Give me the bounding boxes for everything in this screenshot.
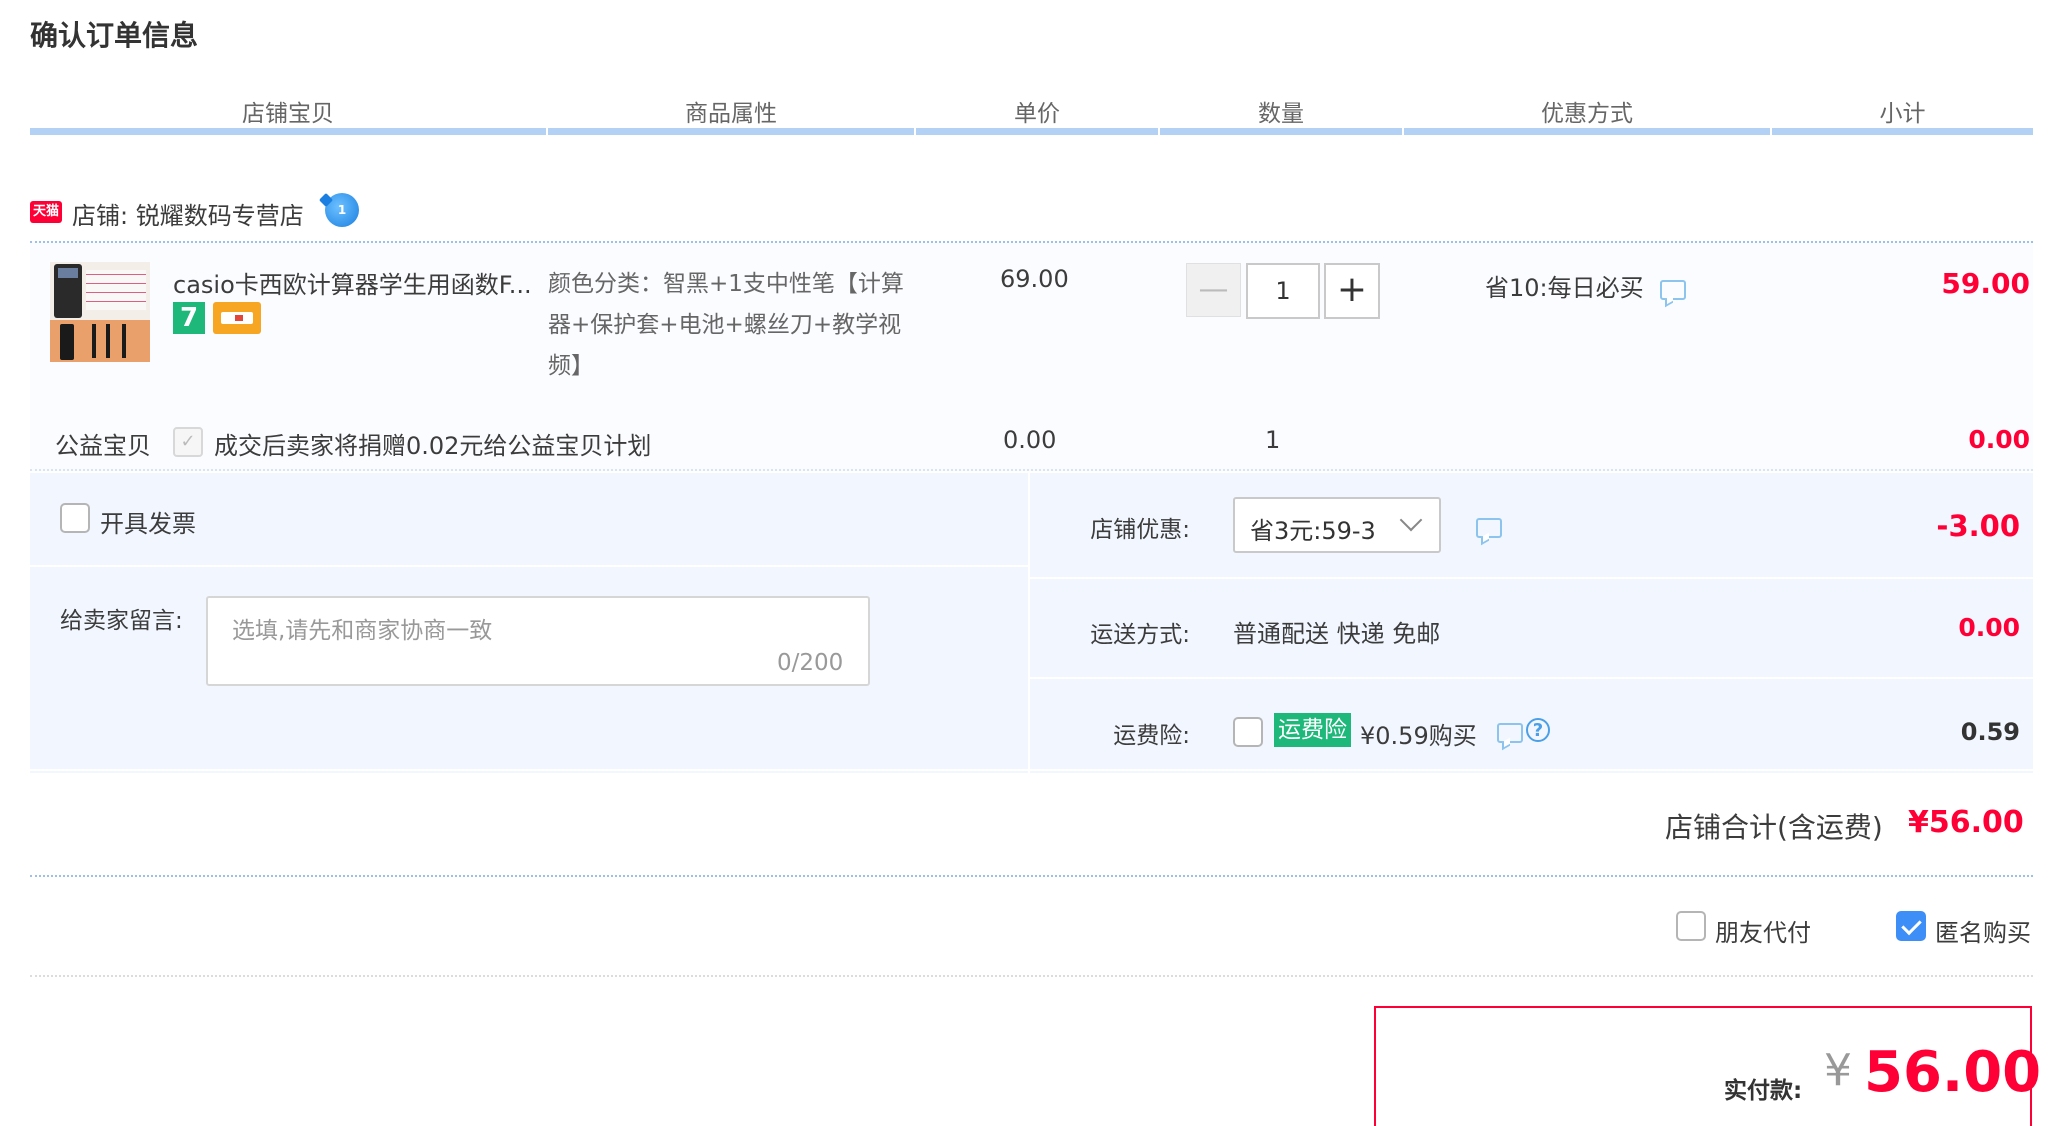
quantity-increase-button[interactable]: + xyxy=(1324,263,1380,319)
insurance-amount: 0.59 xyxy=(1960,718,2020,746)
column-header-unit-price: 单价 xyxy=(1014,101,1060,127)
column-underline xyxy=(1772,128,2033,135)
seller-message-placeholder: 选填,请先和商家协商一致 xyxy=(232,618,493,644)
charity-checkbox: ✓ xyxy=(173,427,203,457)
charity-subtotal: 0.00 xyxy=(1968,425,2030,454)
shop-discount-amount: -3.00 xyxy=(1936,509,2020,543)
column-underline xyxy=(30,128,546,135)
unit-price: 69.00 xyxy=(1000,265,1069,293)
column-header-item: 店铺宝贝 xyxy=(242,101,334,127)
anonymous-purchase-label[interactable]: 匿名购买 xyxy=(1935,913,2031,948)
column-header-quantity: 数量 xyxy=(1258,101,1304,127)
divider xyxy=(30,975,2033,977)
charity-label: 公益宝贝 xyxy=(55,432,151,460)
wangwang-chat-icon[interactable]: 1 xyxy=(325,193,359,227)
payment-label: 实付款: xyxy=(1724,1078,1803,1104)
charity-description: 成交后卖家将捐赠0.02元给公益宝贝计划 xyxy=(214,432,652,460)
column-header-attribute: 商品属性 xyxy=(685,101,777,127)
shipping-amount: 0.00 xyxy=(1958,613,2020,642)
shipping-label: 运送方式: xyxy=(1090,622,1190,648)
shop-total-label: 店铺合计(含运费) xyxy=(1665,811,1883,844)
shop-total-amount: ¥56.00 xyxy=(1908,805,2024,840)
promotion-text: 省10:每日必买 xyxy=(1485,274,1644,302)
shop-discount-label: 店铺优惠: xyxy=(1090,517,1190,543)
insurance-price-text: ¥0.59购买 xyxy=(1360,722,1477,750)
divider xyxy=(1030,677,2033,679)
charity-price: 0.00 xyxy=(1003,426,1057,454)
product-thumbnail[interactable] xyxy=(50,262,150,362)
column-underline xyxy=(916,128,1158,135)
friend-pay-label[interactable]: 朋友代付 xyxy=(1715,913,1811,948)
column-underline xyxy=(1404,128,1770,135)
invoice-label[interactable]: 开具发票 xyxy=(100,504,196,539)
quantity-input[interactable]: 1 xyxy=(1246,263,1320,319)
quantity-decrease-button[interactable]: — xyxy=(1186,263,1241,317)
insurance-checkbox[interactable] xyxy=(1233,717,1263,747)
shop-discount-selected-value[interactable]: 省3元:59-3 xyxy=(1250,511,1376,546)
message-label: 给卖家留言: xyxy=(60,608,183,634)
shipping-method: 普通配送 快递 免邮 xyxy=(1233,620,1441,648)
payment-amount: 56.00 xyxy=(1864,1040,2042,1105)
friend-pay-checkbox[interactable] xyxy=(1676,911,1706,941)
column-underline xyxy=(548,128,914,135)
credit-card-icon xyxy=(213,302,261,334)
insurance-comment-icon[interactable] xyxy=(1497,717,1523,743)
column-underline xyxy=(1160,128,1402,135)
insurance-tag: 运费险 xyxy=(1274,713,1351,747)
seven-day-return-icon: 7 xyxy=(173,302,205,334)
divider xyxy=(30,769,2033,771)
column-header-subtotal: 小计 xyxy=(1879,101,1926,127)
shop-name[interactable]: 店铺: 锐耀数码专营店 xyxy=(72,196,304,231)
seller-message-counter: 0/200 xyxy=(777,650,844,676)
help-question-icon[interactable]: ? xyxy=(1526,718,1550,742)
product-attribute: 颜色分类：智黑+1支中性笔【计算器+保护套+电池+螺丝刀+教学视频】 xyxy=(548,271,904,379)
anonymous-purchase-checkbox[interactable] xyxy=(1896,911,1926,941)
tmall-badge-icon: 天猫 xyxy=(30,201,62,223)
promotion-comment-icon[interactable] xyxy=(1660,274,1686,300)
divider xyxy=(30,875,2033,877)
invoice-checkbox[interactable] xyxy=(60,503,90,533)
payment-currency: ¥ xyxy=(1824,1045,1852,1096)
insurance-label: 运费险: xyxy=(1113,723,1190,749)
shop-discount-comment-icon[interactable] xyxy=(1476,512,1502,538)
item-subtotal: 59.00 xyxy=(1941,267,2030,300)
charity-quantity: 1 xyxy=(1265,426,1281,454)
product-title-link[interactable]: casio卡西欧计算器学生用函数F... xyxy=(173,265,543,300)
column-header-discount: 优惠方式 xyxy=(1541,101,1633,127)
page-title: 确认订单信息 xyxy=(30,19,199,52)
divider xyxy=(1030,577,2033,579)
